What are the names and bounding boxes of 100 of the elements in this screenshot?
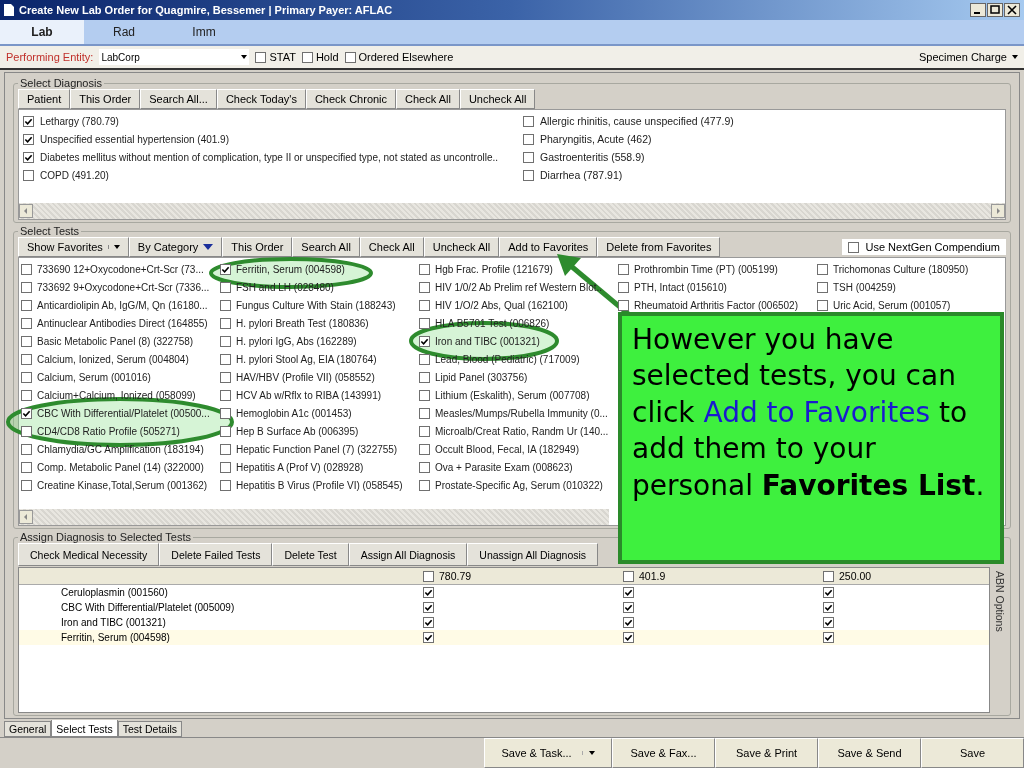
checkbox[interactable] <box>523 133 534 145</box>
scroll-left-icon[interactable] <box>19 204 33 218</box>
checkbox[interactable] <box>618 281 629 293</box>
toolbar-button[interactable]: Uncheck All <box>459 89 536 109</box>
checkbox[interactable] <box>423 570 434 582</box>
checkbox[interactable] <box>21 443 32 455</box>
tab[interactable]: Rad <box>84 20 164 44</box>
footer-button[interactable]: Save & Print <box>715 738 818 768</box>
checkbox[interactable] <box>344 51 356 63</box>
checkbox[interactable] <box>23 169 34 181</box>
action-button[interactable]: Unassign All Diagnosis <box>467 543 599 566</box>
checkbox[interactable] <box>423 632 434 643</box>
tab[interactable]: Imm <box>164 20 244 44</box>
toolbar-button[interactable]: This Order <box>70 89 141 109</box>
checkbox[interactable] <box>21 353 32 365</box>
checkbox[interactable] <box>419 353 430 365</box>
tab[interactable]: Select Tests <box>51 720 118 737</box>
grid-row[interactable]: Iron and TIBC (001321) <box>19 615 989 630</box>
footer-button[interactable]: Save & Send <box>818 738 921 768</box>
toolbar-button[interactable]: Search All <box>292 237 360 257</box>
checkbox[interactable] <box>21 407 32 419</box>
checkbox[interactable] <box>419 425 430 437</box>
checkbox[interactable] <box>220 479 231 491</box>
toolbar-button[interactable]: This Order <box>222 237 293 257</box>
checkbox[interactable] <box>419 263 430 275</box>
checkbox[interactable] <box>419 443 430 455</box>
checkbox[interactable] <box>220 407 231 419</box>
checkbox[interactable] <box>419 461 430 473</box>
action-button[interactable]: Delete Test <box>272 543 349 566</box>
checkbox[interactable] <box>220 263 231 275</box>
checkbox[interactable] <box>21 371 32 383</box>
checkbox[interactable] <box>423 587 434 598</box>
checkbox[interactable] <box>523 115 534 127</box>
maximize-icon[interactable] <box>987 3 1003 17</box>
checkbox[interactable] <box>848 241 860 253</box>
checkbox[interactable] <box>823 570 834 582</box>
scroll-left-icon[interactable] <box>19 510 33 524</box>
checkbox[interactable] <box>21 479 32 491</box>
footer-button[interactable]: Save <box>921 738 1024 768</box>
checkbox[interactable] <box>220 353 231 365</box>
checkbox[interactable] <box>23 115 34 127</box>
footer-button[interactable]: Save & Task... <box>484 738 612 768</box>
checkbox[interactable] <box>419 389 430 401</box>
checkbox[interactable] <box>817 281 828 293</box>
footer-button[interactable]: Save & Fax... <box>612 738 715 768</box>
checkbox[interactable] <box>220 389 231 401</box>
tab[interactable]: Lab <box>0 20 84 44</box>
toolbar-button[interactable]: Show Favorites <box>18 237 129 257</box>
checkbox[interactable] <box>21 461 32 473</box>
toolbar-button[interactable]: By Category <box>128 237 223 257</box>
toolbar-button[interactable]: Check All <box>396 89 460 109</box>
checkbox[interactable] <box>220 443 231 455</box>
checkbox[interactable] <box>23 133 34 145</box>
checkbox[interactable] <box>817 299 828 311</box>
checkbox[interactable] <box>220 425 231 437</box>
checkbox[interactable] <box>623 632 634 643</box>
toolbar-button[interactable]: Uncheck All <box>423 237 500 257</box>
checkbox[interactable] <box>419 371 430 383</box>
checkbox[interactable] <box>523 151 534 163</box>
checkbox[interactable] <box>419 317 430 329</box>
minimize-icon[interactable] <box>970 3 986 17</box>
checkbox[interactable] <box>623 570 634 582</box>
checkbox[interactable] <box>623 587 634 598</box>
checkbox[interactable] <box>419 479 430 491</box>
toolbar-button[interactable]: Check All <box>359 237 424 257</box>
scroll-right-icon[interactable] <box>991 204 1005 218</box>
checkbox[interactable] <box>423 617 434 628</box>
side-tab[interactable]: ABN Options <box>994 567 1006 713</box>
checkbox[interactable] <box>419 281 430 293</box>
horizontal-scrollbar[interactable] <box>19 203 1005 219</box>
checkbox[interactable] <box>623 617 634 628</box>
checkbox[interactable] <box>220 371 231 383</box>
checkbox[interactable] <box>823 617 834 628</box>
toolbar-button[interactable]: Add to Favorites <box>499 237 598 257</box>
checkbox[interactable] <box>21 425 32 437</box>
checkbox[interactable] <box>817 263 828 275</box>
action-button[interactable]: Assign All Diagnosis <box>348 543 468 566</box>
checkbox[interactable] <box>220 317 231 329</box>
toolbar-button[interactable]: Search All... <box>140 89 217 109</box>
grid-row[interactable]: Ceruloplasmin (001560) <box>19 585 989 600</box>
toolbar-button[interactable]: Check Chronic <box>305 89 397 109</box>
checkbox[interactable] <box>21 317 32 329</box>
close-icon[interactable] <box>1004 3 1020 17</box>
checkbox[interactable] <box>220 281 231 293</box>
checkbox[interactable] <box>21 281 32 293</box>
checkbox[interactable] <box>301 51 313 63</box>
horizontal-scrollbar[interactable] <box>19 509 609 525</box>
checkbox[interactable] <box>220 335 231 347</box>
grid-row[interactable]: Ferritin, Serum (004598) <box>19 630 989 645</box>
checkbox[interactable] <box>220 299 231 311</box>
toolbar-button[interactable]: Check Today's <box>216 89 306 109</box>
checkbox[interactable] <box>23 151 34 163</box>
checkbox[interactable] <box>523 169 534 181</box>
checkbox[interactable] <box>618 263 629 275</box>
checkbox[interactable] <box>623 602 634 613</box>
checkbox[interactable] <box>21 389 32 401</box>
action-button[interactable]: Delete Failed Tests <box>159 543 273 566</box>
toolbar-button[interactable]: Patient <box>18 89 71 109</box>
checkbox[interactable] <box>423 602 434 613</box>
checkbox[interactable] <box>21 335 32 347</box>
